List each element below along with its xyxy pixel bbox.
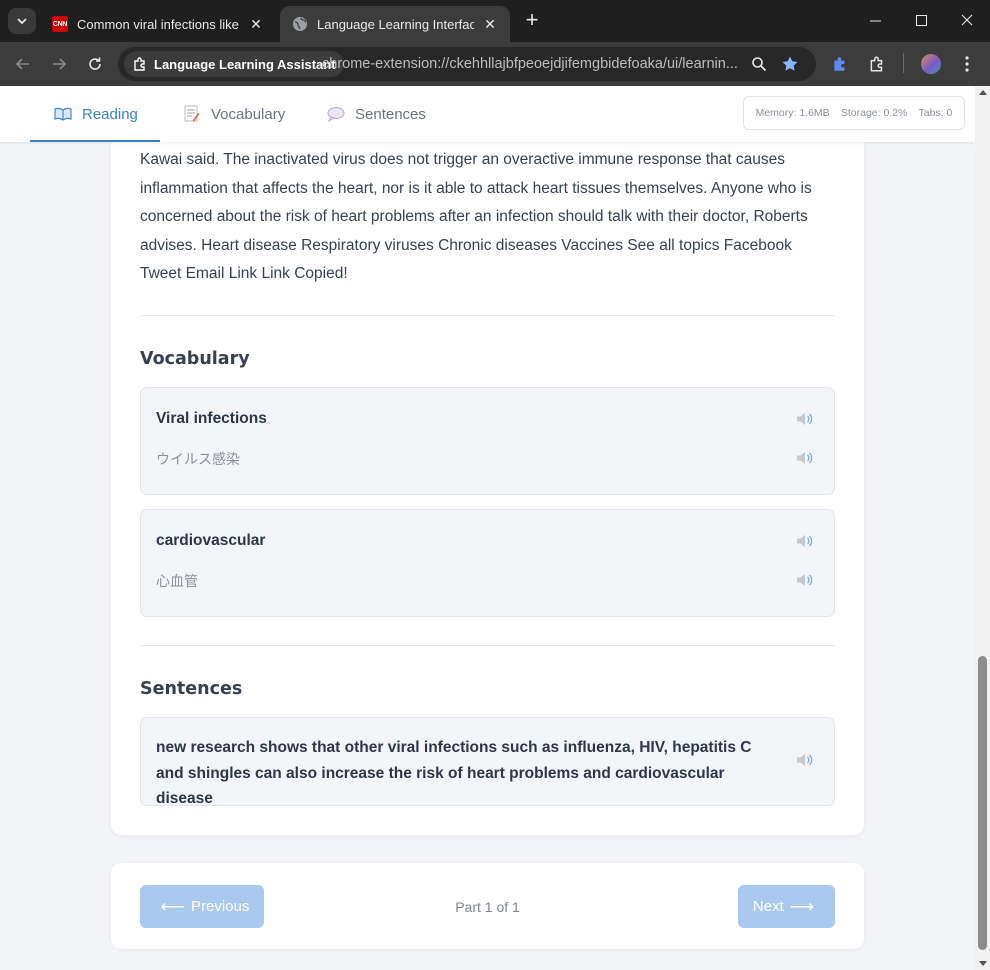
vocab-card: cardiovascular 心血管 xyxy=(140,509,835,617)
speaker-icon[interactable] xyxy=(795,449,815,467)
maximize-button[interactable] xyxy=(898,0,944,40)
back-arrow-icon xyxy=(15,58,29,70)
toolbar-separator xyxy=(903,53,904,73)
page-viewport: Reading Vocabulary Sentences Memory: 1.6… xyxy=(0,86,975,970)
extension-pinned-button[interactable] xyxy=(827,51,853,77)
divider xyxy=(140,315,835,316)
speaker-icon[interactable] xyxy=(795,532,815,550)
extensions-menu-button[interactable] xyxy=(864,51,890,77)
app-top-nav: Reading Vocabulary Sentences Memory: 1.6… xyxy=(0,86,975,142)
scroll-up-arrow-icon[interactable] xyxy=(979,90,987,95)
profile-avatar-button[interactable] xyxy=(918,51,944,77)
close-icon xyxy=(961,14,973,26)
tab-vocabulary-label: Vocabulary xyxy=(211,105,286,123)
forward-arrow-icon xyxy=(53,58,67,70)
memory-stat: Memory: 1.6MB xyxy=(755,107,830,119)
puzzle-outline-icon xyxy=(870,56,883,72)
right-arrow-icon: ⟶ xyxy=(789,896,815,916)
maximize-icon xyxy=(915,14,927,26)
content-card: Kawai said. The inactivated virus does n… xyxy=(111,86,864,835)
browser-toolbar: Language Learning Assistant chrome-exten… xyxy=(0,42,990,86)
open-book-icon xyxy=(54,105,72,123)
speaker-icon[interactable] xyxy=(795,410,815,428)
browser-tab-cnn[interactable]: CNN Common viral infections like flu ✕ xyxy=(40,6,276,42)
browser-menu-button[interactable] xyxy=(954,51,980,77)
vocab-word: Viral infections xyxy=(156,410,267,427)
page-scrollbar[interactable] xyxy=(975,86,990,970)
site-chip-label: Language Learning Assistant xyxy=(154,56,336,72)
tab-sentences[interactable]: Sentences xyxy=(327,86,426,142)
minimize-button[interactable] xyxy=(852,0,898,40)
tab-sentences-label: Sentences xyxy=(355,105,426,123)
address-bar[interactable]: Language Learning Assistant chrome-exten… xyxy=(118,47,816,81)
vocabulary-section-title: Vocabulary xyxy=(140,349,250,369)
cnn-logo-icon: CNN xyxy=(52,16,68,32)
reading-text: Kawai said. The inactivated virus does n… xyxy=(140,151,812,283)
puzzle-blue-icon xyxy=(834,57,845,71)
reload-icon xyxy=(89,57,101,70)
bookmark-star-button[interactable] xyxy=(779,53,801,75)
url-text: chrome-extension://ckehhllajbfpeoejdjife… xyxy=(322,56,738,72)
minimize-icon xyxy=(869,20,881,21)
extension-puzzle-icon xyxy=(134,57,145,71)
storage-stat: Storage: 0.2% xyxy=(840,107,908,119)
tabs-stat: Tabs: 0 xyxy=(918,107,953,119)
vocab-card: Viral infections ウイルス感染 xyxy=(140,387,835,495)
next-label: Next xyxy=(752,898,784,915)
vocab-translation: 心血管 xyxy=(156,573,198,589)
browser-tab-language-learning[interactable]: Language Learning Interface ✕ xyxy=(280,6,510,42)
new-tab-button[interactable]: + xyxy=(518,8,546,34)
chevron-down-icon xyxy=(17,18,27,24)
kebab-menu-icon xyxy=(965,56,969,72)
close-window-button[interactable] xyxy=(944,0,990,40)
pagination-card: ⟵ Previous Part 1 of 1 Next ⟶ xyxy=(111,863,864,949)
zoom-button[interactable] xyxy=(748,53,770,75)
forward-button[interactable] xyxy=(45,50,73,78)
tab-title: Language Learning Interface xyxy=(317,16,474,32)
close-tab-icon[interactable]: ✕ xyxy=(482,16,498,33)
browser-tab-strip: CNN Common viral infections like flu ✕ L… xyxy=(0,0,990,42)
memo-icon xyxy=(183,105,201,123)
window-controls xyxy=(852,0,990,40)
tab-reading-label: Reading xyxy=(82,105,138,123)
back-button[interactable] xyxy=(9,50,37,78)
globe-icon xyxy=(292,16,308,32)
next-button[interactable]: Next ⟶ xyxy=(738,885,835,928)
reload-button[interactable] xyxy=(81,50,109,78)
scroll-down-arrow-icon[interactable] xyxy=(979,961,987,966)
sentence-card: new research shows that other viral infe… xyxy=(140,717,835,807)
tab-vocabulary[interactable]: Vocabulary xyxy=(183,86,285,142)
sentences-section-title: Sentences xyxy=(140,679,243,699)
site-info-chip[interactable]: Language Learning Assistant xyxy=(124,51,344,77)
speech-bubble-icon xyxy=(327,105,345,123)
tab-search-button[interactable] xyxy=(8,8,36,34)
avatar xyxy=(921,54,941,74)
sentence-text: new research shows that other viral infe… xyxy=(156,739,752,807)
close-tab-icon[interactable]: ✕ xyxy=(248,16,264,33)
speaker-icon[interactable] xyxy=(795,751,815,769)
vocab-word: cardiovascular xyxy=(156,532,266,549)
star-icon xyxy=(782,56,798,71)
vocab-translation: ウイルス感染 xyxy=(156,451,240,467)
speaker-icon[interactable] xyxy=(795,571,815,589)
resource-stats: Memory: 1.6MB Storage: 0.2% Tabs: 0 xyxy=(743,96,965,130)
scrollbar-thumb[interactable] xyxy=(978,656,987,950)
magnifier-icon xyxy=(752,57,767,72)
tab-title: Common viral infections like flu xyxy=(77,16,240,32)
divider xyxy=(140,645,835,646)
tab-reading[interactable]: Reading xyxy=(30,86,160,142)
